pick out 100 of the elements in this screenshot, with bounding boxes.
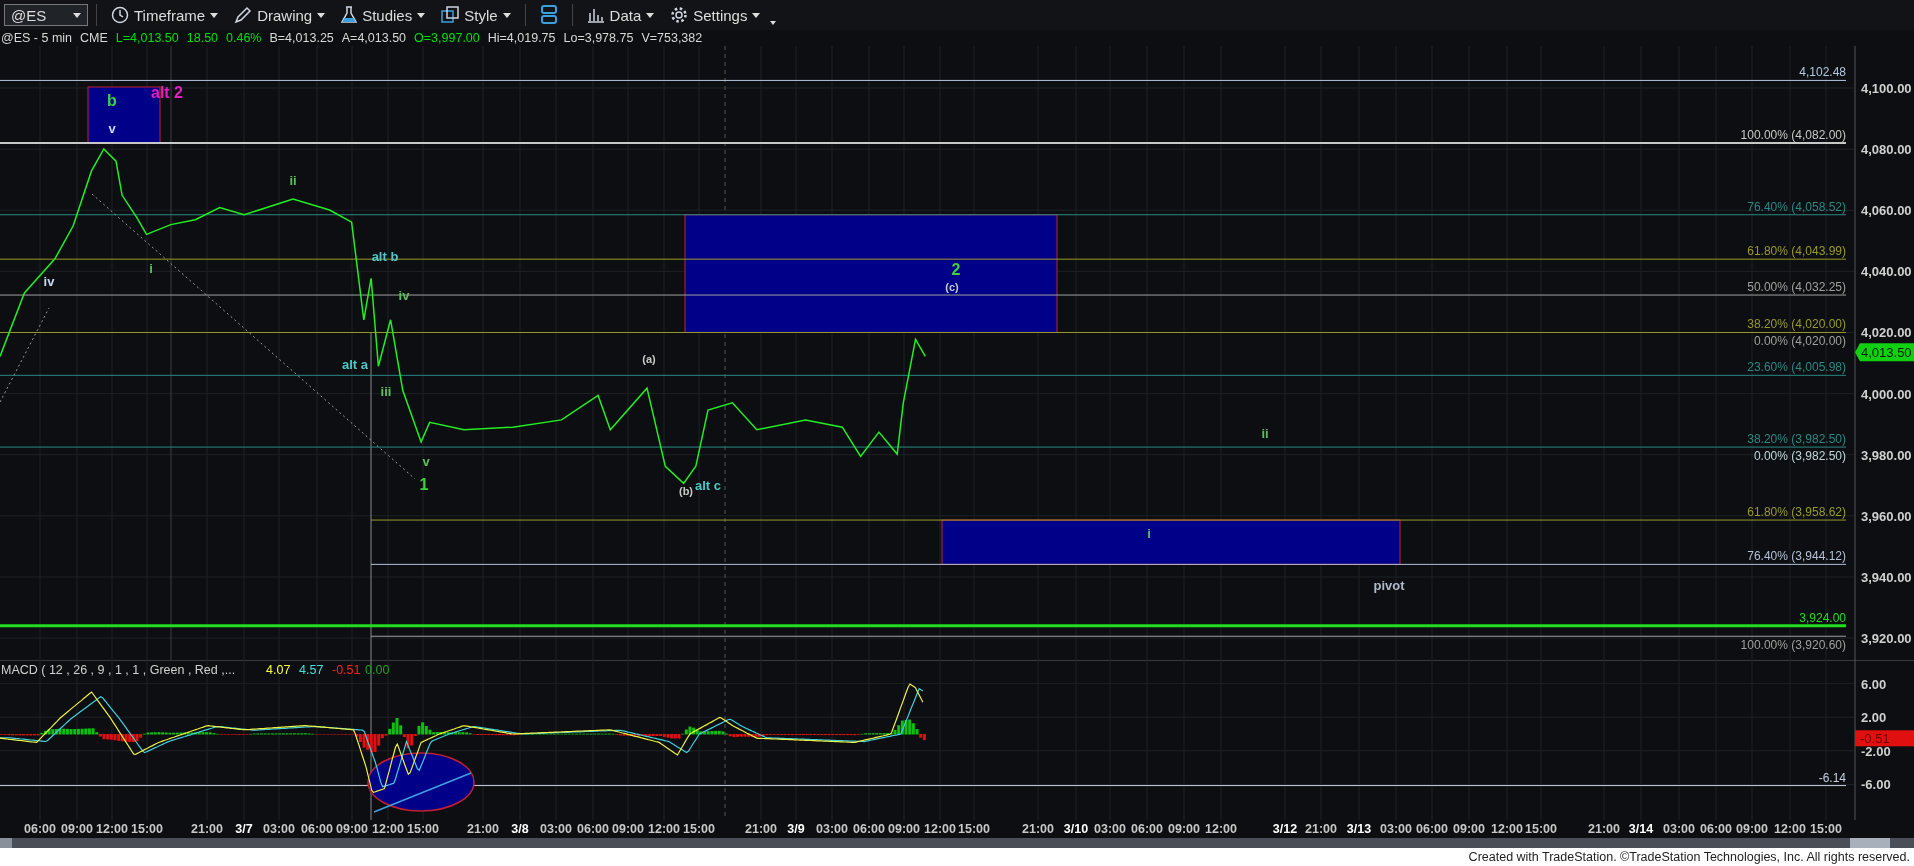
date-label: 3/10 bbox=[1063, 822, 1089, 836]
time-label: 06:00 bbox=[577, 822, 609, 836]
time-label: 09:00 bbox=[1736, 822, 1768, 836]
level-label: -6.14 bbox=[1818, 770, 1846, 785]
quote-value: A=4,013.50 bbox=[341, 31, 407, 45]
wave-label: pivot bbox=[1373, 578, 1405, 594]
date-label: 3/7 bbox=[235, 822, 253, 836]
fibonacci-label: 61.80% (4,043.99) bbox=[1747, 244, 1846, 259]
price-axis-label: 4,000.00 bbox=[1861, 386, 1912, 402]
fibonacci-label: 0.00% (3,982.50) bbox=[1753, 449, 1846, 464]
time-label: 06:00 bbox=[853, 822, 885, 836]
caret-icon bbox=[502, 12, 511, 18]
time-label: 03:00 bbox=[540, 822, 572, 836]
wave-label: iv bbox=[43, 274, 55, 290]
indicator-value: 4.07 bbox=[266, 663, 291, 677]
scroll-bar[interactable] bbox=[0, 838, 1914, 848]
time-label: 15:00 bbox=[131, 822, 163, 836]
fibonacci-label: 3,924.00 bbox=[1799, 610, 1846, 625]
toolbar-button[interactable]: Data bbox=[580, 6, 661, 24]
copyright-text: Created with TradeStation. ©TradeStation Technologies, Inc. All rights reserved. bbox=[1468, 850, 1910, 864]
time-label: 15:00 bbox=[1525, 822, 1557, 836]
time-label: 06:00 bbox=[24, 822, 56, 836]
price-axis-label: 3,920.00 bbox=[1861, 631, 1912, 647]
caret-icon bbox=[317, 12, 326, 18]
indicator-axis-label: 6.00 bbox=[1861, 676, 1887, 692]
last-price-tag: 4,013.50 bbox=[1855, 343, 1914, 362]
wave-label: (b) bbox=[679, 484, 693, 497]
toolbar-button[interactable]: Drawing bbox=[228, 6, 332, 24]
time-label: 03:00 bbox=[263, 822, 295, 836]
time-label: 12:00 bbox=[648, 822, 680, 836]
wave-label: ii bbox=[289, 173, 297, 189]
date-label: 3/12 bbox=[1272, 822, 1298, 836]
quote-value: 0.46% bbox=[226, 31, 262, 45]
date-label: 3/14 bbox=[1628, 822, 1654, 836]
time-label: 03:00 bbox=[1663, 822, 1695, 836]
toolbar-button[interactable]: Studies bbox=[335, 6, 432, 24]
clock-icon bbox=[111, 6, 129, 24]
quote-value: Hi=4,019.75 bbox=[487, 31, 556, 45]
indicator-axis-label: -6.00 bbox=[1861, 777, 1891, 793]
style-icon bbox=[441, 6, 460, 24]
time-label: 06:00 bbox=[1416, 822, 1448, 836]
caret-icon bbox=[210, 12, 219, 18]
wave-label: alt 2 bbox=[151, 84, 183, 102]
wave-label: i bbox=[1147, 526, 1151, 542]
time-label: 12:00 bbox=[924, 822, 956, 836]
time-label: 09:00 bbox=[888, 822, 920, 836]
quote-value: O=3,997.00 bbox=[414, 31, 480, 45]
time-label: 21:00 bbox=[745, 822, 777, 836]
fibonacci-label: 76.40% (4,058.52) bbox=[1747, 199, 1846, 214]
fibonacci-label: 100.00% (4,082.00) bbox=[1740, 128, 1846, 142]
wave-label: alt c bbox=[695, 478, 721, 494]
wave-label: 2 bbox=[951, 261, 961, 279]
time-label: 09:00 bbox=[612, 822, 644, 836]
time-label: 12:00 bbox=[1774, 822, 1806, 836]
time-label: 06:00 bbox=[1131, 822, 1163, 836]
toolbar-button[interactable]: Timeframe bbox=[105, 6, 225, 24]
fibonacci-label: 38.20% (4,020.00) bbox=[1747, 317, 1846, 332]
wave-label: (c) bbox=[945, 280, 959, 293]
fibonacci-label: 50.00% (4,032.25) bbox=[1747, 280, 1846, 295]
date-label: 3/8 bbox=[511, 822, 529, 836]
time-label: 09:00 bbox=[336, 822, 368, 836]
wave-label: iv bbox=[398, 288, 410, 304]
wave-label: (a) bbox=[642, 352, 656, 365]
time-label: 12:00 bbox=[1205, 822, 1237, 836]
settings-icon bbox=[670, 6, 689, 24]
wave-label: iii bbox=[380, 384, 392, 400]
fibonacci-label: 100.00% (3,920.60) bbox=[1740, 638, 1846, 653]
wave-label: v bbox=[108, 121, 116, 137]
toolbar-button[interactable]: Settings bbox=[664, 6, 767, 24]
quote-value: L=4,013.50 bbox=[115, 31, 179, 45]
wave-label: ii bbox=[1261, 426, 1269, 442]
time-label: 12:00 bbox=[96, 822, 128, 836]
fibonacci-label: 38.20% (3,982.50) bbox=[1747, 432, 1846, 447]
fibonacci-label: 4,102.48 bbox=[1799, 65, 1846, 80]
toolbar-button[interactable]: Style bbox=[435, 6, 517, 24]
indicator-axis-label: 2.00 bbox=[1861, 710, 1887, 726]
flask-icon bbox=[341, 6, 358, 24]
time-label: 06:00 bbox=[301, 822, 333, 836]
fibonacci-label: 76.40% (3,944.12) bbox=[1747, 549, 1846, 564]
layout-icon bbox=[539, 5, 558, 25]
wave-label: v bbox=[422, 454, 430, 470]
wave-label: 1 bbox=[419, 476, 429, 494]
time-label: 21:00 bbox=[1305, 822, 1337, 836]
time-label: 12:00 bbox=[1491, 822, 1523, 836]
caret-icon bbox=[73, 12, 81, 18]
fibonacci-label: 0.00% (4,020.00) bbox=[1753, 334, 1846, 349]
quote-value: 18.50 bbox=[186, 31, 219, 45]
symbol-dropdown[interactable]: @ES bbox=[4, 4, 88, 26]
time-label: 15:00 bbox=[683, 822, 715, 836]
price-axis-label: 3,940.00 bbox=[1861, 569, 1912, 585]
quote-value: V=753,382 bbox=[641, 31, 703, 45]
time-label: 12:00 bbox=[372, 822, 404, 836]
time-label: 09:00 bbox=[1453, 822, 1485, 836]
wave-label: alt a bbox=[342, 357, 368, 373]
pencil-icon bbox=[234, 6, 253, 24]
time-label: 21:00 bbox=[191, 822, 223, 836]
last-value-tag: -0.51 bbox=[1855, 730, 1914, 747]
fibonacci-label: 23.60% (4,005.98) bbox=[1747, 360, 1846, 375]
time-label: 09:00 bbox=[1168, 822, 1200, 836]
caret-icon bbox=[752, 12, 761, 18]
